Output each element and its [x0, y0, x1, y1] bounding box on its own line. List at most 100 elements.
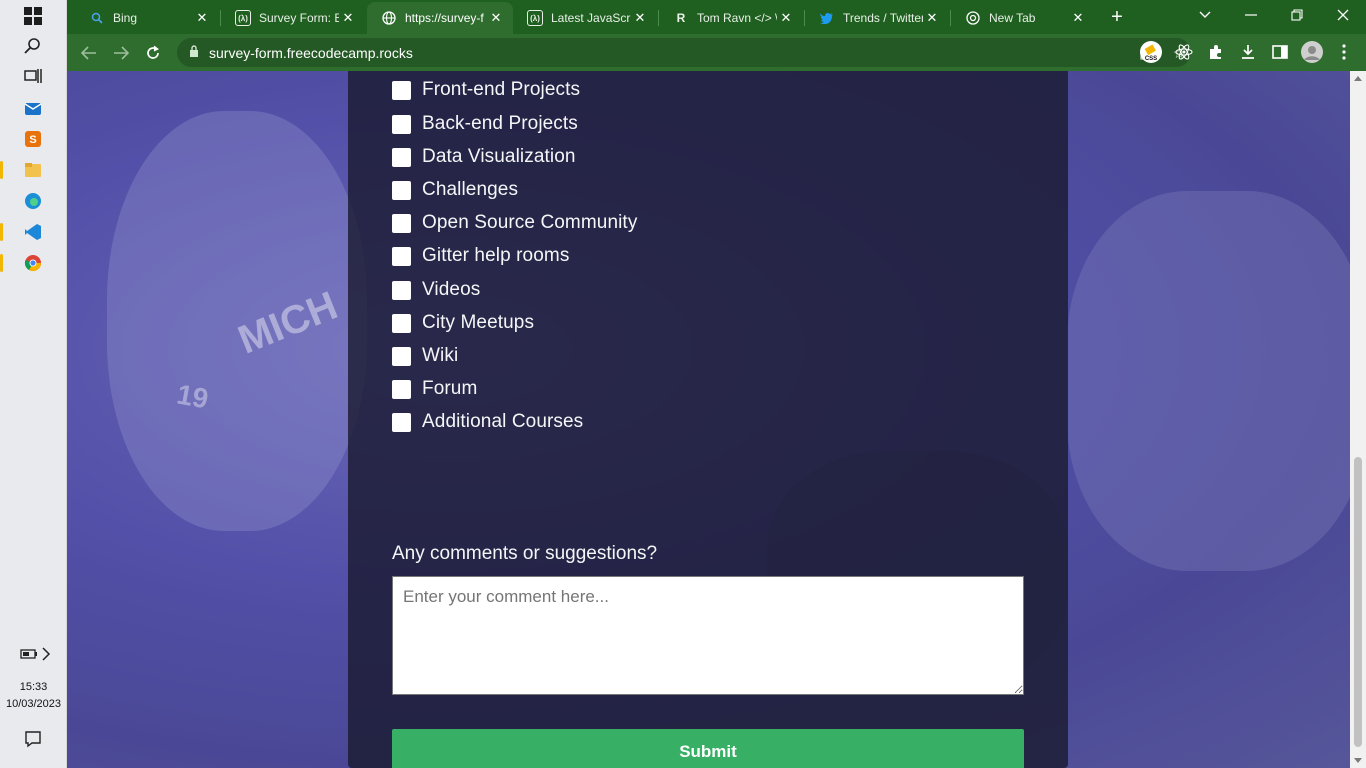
back-button[interactable] — [75, 39, 103, 67]
checkbox[interactable] — [392, 412, 411, 432]
chrome-icon[interactable] — [0, 250, 48, 276]
close-tab-icon[interactable]: ✕ — [487, 9, 505, 27]
checkbox-city-meetups[interactable]: City Meetups — [392, 311, 534, 335]
checkbox[interactable] — [392, 114, 411, 134]
twitter-icon — [819, 10, 835, 26]
minimize-button[interactable] — [1228, 0, 1274, 30]
extension-css-icon[interactable]: CSS — [1138, 39, 1164, 65]
r-logo-icon: R — [676, 11, 686, 25]
checkbox[interactable] — [392, 379, 411, 399]
checkbox-data-visualization[interactable]: Data Visualization — [392, 145, 576, 169]
globe-icon — [381, 10, 397, 26]
checkbox[interactable] — [392, 147, 411, 167]
web-page: MICH 19 Front-end Projects Back-end Proj… — [67, 71, 1350, 768]
checkbox-label[interactable]: Back-end Projects — [422, 113, 578, 135]
search-icon[interactable] — [18, 33, 48, 59]
tab-latest-javascript[interactable]: (λ) Latest JavaScrip ✕ — [513, 2, 657, 34]
checkbox-open-source-community[interactable]: Open Source Community — [392, 211, 637, 235]
checkbox[interactable] — [392, 80, 411, 100]
checkbox-label[interactable]: Forum — [422, 378, 477, 400]
restore-button[interactable] — [1274, 0, 1320, 30]
checkbox-label[interactable]: Gitter help rooms — [422, 245, 569, 267]
new-tab-button[interactable]: + — [1097, 2, 1137, 32]
windows-start-icon[interactable] — [18, 3, 48, 29]
checkbox-label[interactable]: Front-end Projects — [422, 79, 580, 101]
close-tab-icon[interactable]: ✕ — [923, 9, 941, 27]
checkbox-challenges[interactable]: Challenges — [392, 178, 518, 202]
active-indicator — [0, 254, 3, 272]
close-window-button[interactable] — [1320, 0, 1366, 30]
search-icon — [89, 10, 105, 26]
clock-date[interactable]: 10/03/2023 — [0, 696, 67, 712]
checkbox[interactable] — [392, 180, 411, 200]
checkbox-gitter-help-rooms[interactable]: Gitter help rooms — [392, 244, 569, 268]
forward-button[interactable] — [107, 39, 135, 67]
profile-avatar-icon[interactable] — [1299, 39, 1325, 65]
reload-button[interactable] — [139, 39, 167, 67]
comments-textarea[interactable] — [392, 576, 1024, 695]
checkbox[interactable] — [392, 246, 411, 266]
submit-button[interactable]: Submit — [392, 729, 1024, 768]
clock-time[interactable]: 15:33 — [0, 679, 67, 695]
browser-tab-strip: Bing ✕ (λ) Survey Form: Bu ✕ https://sur… — [67, 0, 1366, 34]
address-bar[interactable]: survey-form.freecodecamp.rocks ☆ — [177, 38, 1191, 67]
tab-tom-ravn[interactable]: R Tom Ravn </> \ ✕ — [659, 2, 803, 34]
file-explorer-icon[interactable] — [0, 157, 48, 183]
checkbox-back-end-projects[interactable]: Back-end Projects — [392, 112, 578, 136]
checkbox-label[interactable]: Data Visualization — [422, 146, 576, 168]
scroll-down-arrow[interactable] — [1354, 758, 1362, 763]
checkbox[interactable] — [392, 213, 411, 233]
download-icon[interactable] — [1235, 39, 1261, 65]
background-photo — [1067, 191, 1350, 571]
checkbox[interactable] — [392, 346, 411, 366]
checkbox-label[interactable]: Challenges — [422, 179, 518, 201]
close-tab-icon[interactable]: ✕ — [193, 9, 211, 27]
close-tab-icon[interactable]: ✕ — [339, 9, 357, 27]
tab-title: New Tab — [989, 11, 1036, 25]
tab-title: Bing — [113, 11, 138, 25]
svg-text:CSS: CSS — [1145, 56, 1157, 62]
checkbox-label[interactable]: Open Source Community — [422, 212, 637, 234]
checkbox-additional-courses[interactable]: Additional Courses — [392, 410, 583, 434]
checkbox[interactable] — [392, 280, 411, 300]
tab-twitter-trends[interactable]: Trends / Twitter ✕ — [805, 2, 949, 34]
sublime-text-icon[interactable]: S — [18, 126, 48, 152]
windows-taskbar: S 15:33 10/03/2023 — [0, 0, 67, 768]
checkbox-wiki[interactable]: Wiki — [392, 344, 458, 368]
background-photo: 19 — [174, 378, 211, 415]
notification-center-icon[interactable] — [18, 726, 48, 752]
checkbox-label[interactable]: City Meetups — [422, 312, 534, 334]
checkbox-label[interactable]: Videos — [422, 279, 480, 301]
vscode-icon[interactable] — [0, 219, 48, 245]
active-indicator — [0, 223, 3, 241]
page-scrollbar[interactable] — [1350, 71, 1366, 768]
checkbox-front-end-projects[interactable]: Front-end Projects — [392, 78, 580, 102]
checkbox-label[interactable]: Wiki — [422, 345, 458, 367]
lock-icon[interactable] — [189, 45, 199, 57]
chevron-right-icon[interactable] — [36, 641, 56, 667]
tab-new-tab[interactable]: New Tab ✕ — [951, 2, 1095, 34]
checkbox-forum[interactable]: Forum — [392, 377, 477, 401]
close-tab-icon[interactable]: ✕ — [777, 9, 795, 27]
mail-icon[interactable] — [18, 95, 48, 121]
close-tab-icon[interactable]: ✕ — [1069, 9, 1087, 27]
tab-bing[interactable]: Bing ✕ — [75, 2, 219, 34]
extensions-puzzle-icon[interactable] — [1203, 39, 1229, 65]
more-menu-icon[interactable] — [1331, 39, 1357, 65]
scroll-up-arrow[interactable] — [1354, 76, 1362, 81]
tab-survey-form-active[interactable]: https://survey-f ✕ — [367, 2, 513, 34]
edge-icon[interactable] — [18, 188, 48, 214]
survey-form: Front-end Projects Back-end Projects Dat… — [348, 71, 1068, 768]
checkbox[interactable] — [392, 313, 411, 333]
checkbox-videos[interactable]: Videos — [392, 278, 480, 302]
tab-survey-form[interactable]: (λ) Survey Form: Bu ✕ — [221, 2, 365, 34]
url-text[interactable]: survey-form.freecodecamp.rocks — [209, 45, 413, 61]
side-panel-icon[interactable] — [1267, 39, 1293, 65]
svg-text:S: S — [29, 134, 36, 146]
task-view-icon[interactable] — [18, 63, 48, 89]
tab-search-chevron-icon[interactable] — [1182, 0, 1228, 30]
scrollbar-thumb[interactable] — [1354, 457, 1362, 747]
close-tab-icon[interactable]: ✕ — [631, 9, 649, 27]
checkbox-label[interactable]: Additional Courses — [422, 411, 583, 433]
react-devtools-icon[interactable] — [1171, 39, 1197, 65]
